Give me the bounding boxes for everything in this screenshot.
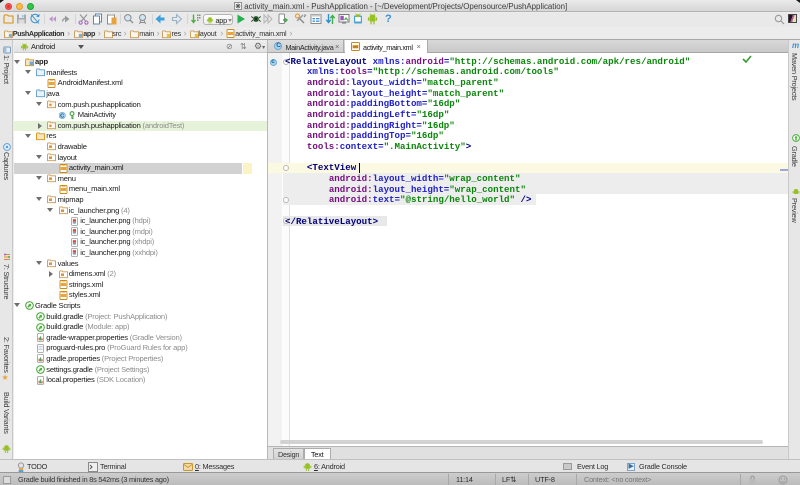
svg-text:xml: xml	[353, 45, 358, 49]
